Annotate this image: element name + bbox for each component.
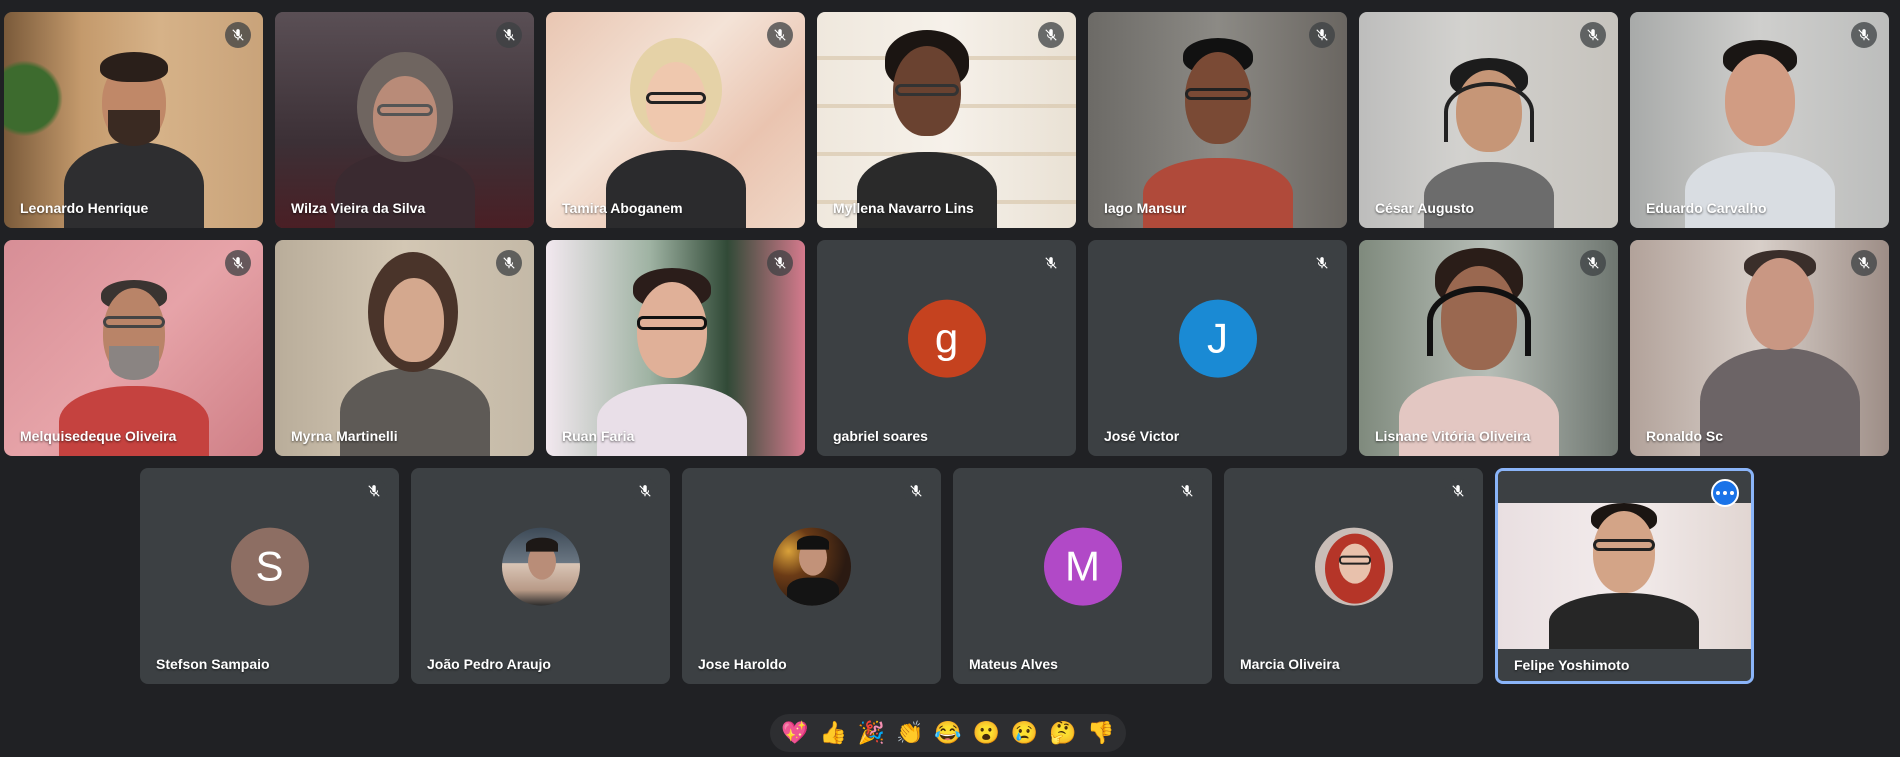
participant-tile[interactable]: Leonardo Henrique	[4, 12, 263, 228]
participant-figure	[1549, 503, 1699, 649]
participant-row-1: Leonardo Henrique Wilza Vieira da Silva …	[4, 12, 1889, 228]
participant-tile[interactable]: g gabriel soares	[817, 240, 1076, 456]
participant-name: Leonardo Henrique	[20, 200, 149, 216]
mic-off-icon	[225, 22, 251, 48]
avatar-initial: J	[1207, 314, 1228, 362]
participant-name: José Victor	[1104, 428, 1180, 444]
participant-name: Wilza Vieira da Silva	[291, 200, 426, 216]
participant-name: Myllena Navarro Lins	[833, 200, 974, 216]
participant-name: Ruan Faria	[562, 428, 635, 444]
self-view-tile[interactable]: Felipe Yoshimoto	[1495, 468, 1754, 684]
participant-row-2: Melquisedeque Oliveira Myrna Martinelli …	[4, 240, 1889, 456]
mic-off-icon	[496, 22, 522, 48]
mic-off-icon	[1038, 22, 1064, 48]
reaction-bar: 💖 👍 🎉 👏 😂 😮 😢 🤔 👎	[770, 714, 1126, 752]
participant-figure	[1143, 28, 1293, 228]
mic-off-icon	[496, 250, 522, 276]
participant-tile[interactable]: Myrna Martinelli	[275, 240, 534, 456]
reaction-crying[interactable]: 😢	[1006, 715, 1042, 751]
mic-off-icon	[1038, 250, 1064, 276]
participant-name: Melquisedeque Oliveira	[20, 428, 177, 444]
participant-tile[interactable]: César Augusto	[1359, 12, 1618, 228]
mic-off-icon	[903, 478, 929, 504]
avatar	[501, 527, 580, 606]
participant-name: Myrna Martinelli	[291, 428, 398, 444]
participant-name: Mateus Alves	[969, 656, 1058, 672]
participant-name: Iago Mansur	[1104, 200, 1187, 216]
reaction-party-popper[interactable]: 🎉	[854, 715, 890, 751]
participant-tile[interactable]: Myllena Navarro Lins	[817, 12, 1076, 228]
avatar: S	[230, 527, 309, 606]
avatar: J	[1178, 299, 1257, 378]
participant-name: João Pedro Araujo	[427, 656, 551, 672]
participant-tile[interactable]: Tamira Aboganem	[546, 12, 805, 228]
participant-tile[interactable]: Lisnane Vitória Oliveira	[1359, 240, 1618, 456]
mic-off-icon	[225, 250, 251, 276]
mic-off-icon	[767, 22, 793, 48]
participant-name: Eduardo Carvalho	[1646, 200, 1767, 216]
reaction-surprised[interactable]: 😮	[968, 715, 1004, 751]
participant-figure	[1399, 246, 1559, 456]
participant-row-3: S Stefson Sampaio João Pedro Araujo Jose…	[140, 468, 1754, 684]
participant-tile[interactable]: Ronaldo Sc	[1630, 240, 1889, 456]
avatar-initial: g	[934, 314, 959, 362]
reaction-clapping-hands[interactable]: 👏	[892, 715, 928, 751]
participant-tile[interactable]: M Mateus Alves	[953, 468, 1212, 684]
participant-name: Ronaldo Sc	[1646, 428, 1724, 444]
participant-tile[interactable]: Jose Haroldo	[682, 468, 941, 684]
participant-figure	[857, 22, 997, 228]
participant-name: Jose Haroldo	[698, 656, 787, 672]
participant-figure	[340, 248, 490, 456]
avatar	[772, 527, 851, 606]
participant-figure	[1700, 248, 1860, 456]
mic-off-icon	[1174, 478, 1200, 504]
mic-off-icon	[767, 250, 793, 276]
participant-figure	[64, 32, 204, 228]
mic-off-icon	[1309, 22, 1335, 48]
avatar-initial: S	[255, 542, 284, 590]
participant-name: Stefson Sampaio	[156, 656, 270, 672]
participant-tile[interactable]: Iago Mansur	[1088, 12, 1347, 228]
reaction-thumbs-up[interactable]: 👍	[815, 715, 851, 751]
mic-off-icon	[632, 478, 658, 504]
participant-tile[interactable]: João Pedro Araujo	[411, 468, 670, 684]
participant-name: Felipe Yoshimoto	[1514, 657, 1630, 673]
participant-name: Tamira Aboganem	[562, 200, 683, 216]
participant-name: Lisnane Vitória Oliveira	[1375, 428, 1531, 444]
participant-tile[interactable]: Melquisedeque Oliveira	[4, 240, 263, 456]
mic-off-icon	[1851, 250, 1877, 276]
reaction-thinking[interactable]: 🤔	[1045, 715, 1081, 751]
mic-off-icon	[1580, 22, 1606, 48]
participant-tile[interactable]: Marcia Oliveira	[1224, 468, 1483, 684]
reaction-thumbs-down[interactable]: 👎	[1083, 715, 1119, 751]
participant-tile[interactable]: Ruan Faria	[546, 240, 805, 456]
participant-figure	[1685, 32, 1835, 228]
more-options-icon[interactable]	[1711, 479, 1739, 507]
avatar: g	[907, 299, 986, 378]
participant-name: Marcia Oliveira	[1240, 656, 1340, 672]
self-video	[1498, 503, 1751, 649]
participant-name: gabriel soares	[833, 428, 928, 444]
avatar	[1314, 527, 1393, 606]
participant-tile[interactable]: J José Victor	[1088, 240, 1347, 456]
participant-tile[interactable]: Eduardo Carvalho	[1630, 12, 1889, 228]
participant-figure	[606, 30, 746, 228]
mic-off-icon	[1445, 478, 1471, 504]
participant-tile[interactable]: S Stefson Sampaio	[140, 468, 399, 684]
mic-off-icon	[361, 478, 387, 504]
mic-off-icon	[1309, 250, 1335, 276]
participant-tile[interactable]: Wilza Vieira da Silva	[275, 12, 534, 228]
mic-off-icon	[1580, 250, 1606, 276]
participant-name: César Augusto	[1375, 200, 1475, 216]
reaction-tears-of-joy[interactable]: 😂	[930, 715, 966, 751]
reaction-sparkling-heart[interactable]: 💖	[777, 715, 813, 751]
avatar: M	[1043, 527, 1122, 606]
avatar-initial: M	[1065, 542, 1100, 590]
mic-off-icon	[1851, 22, 1877, 48]
